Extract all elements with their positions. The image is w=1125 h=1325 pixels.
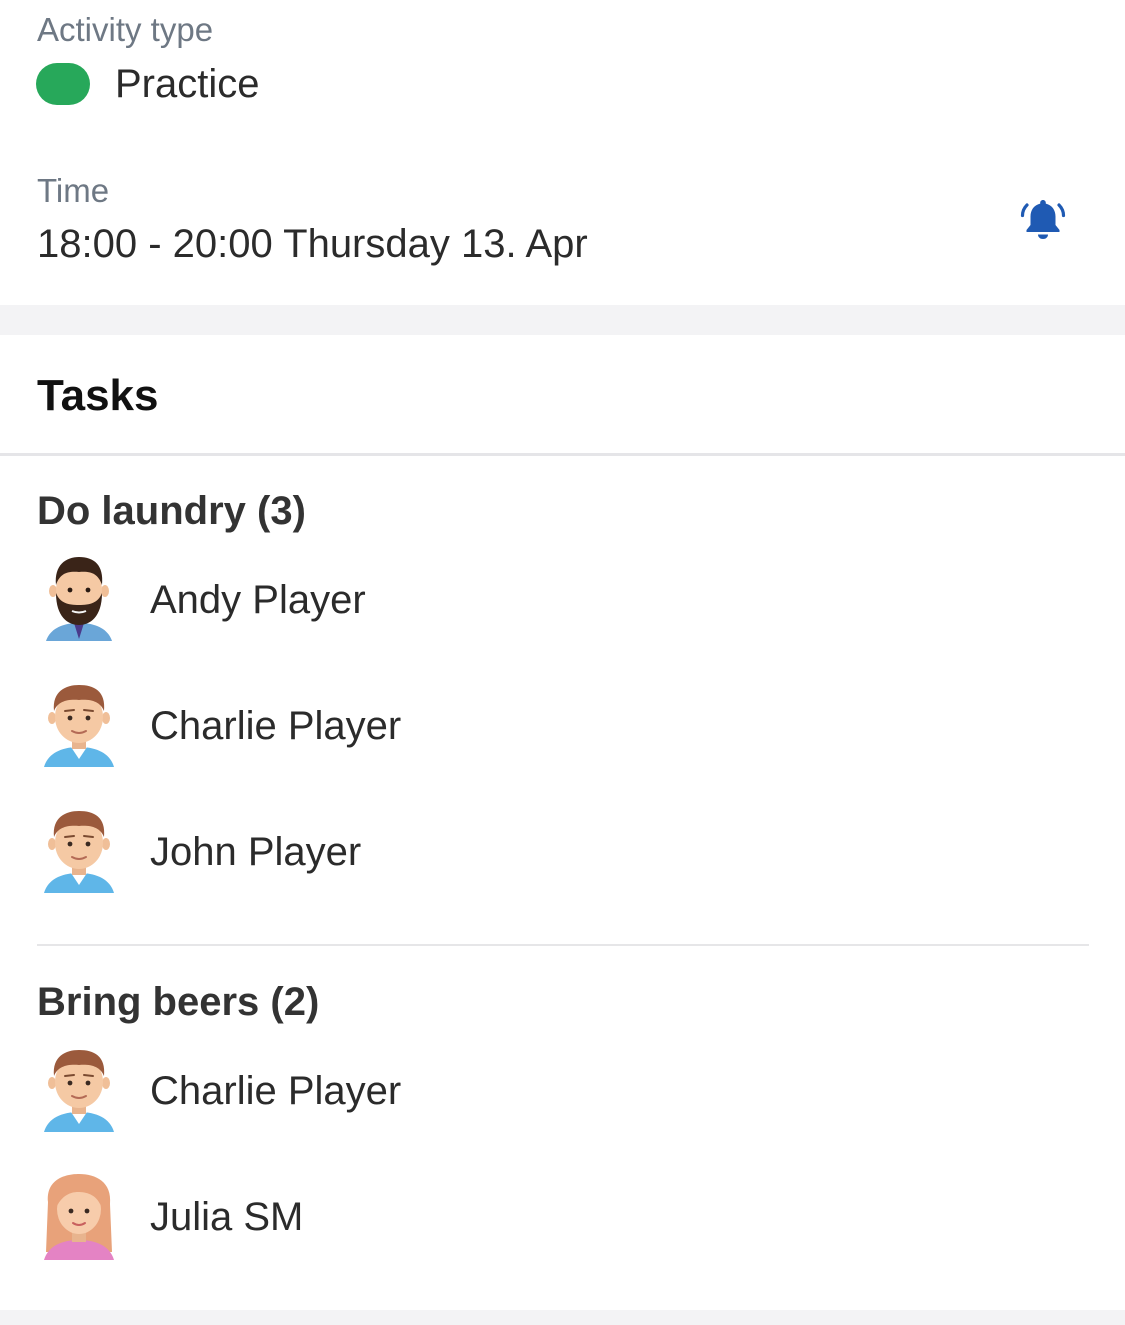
tasks-card: Tasks Do laundry (3) Andy Player Charlie… xyxy=(0,335,1125,1310)
section-separator xyxy=(0,305,1125,335)
bearded-man-avatar xyxy=(40,555,118,645)
man-avatar xyxy=(40,1046,118,1136)
assignee-name: Charlie Player xyxy=(150,703,402,748)
task-group-title-bring-beers: Bring beers (2) xyxy=(37,980,320,1024)
bell-ringing-icon xyxy=(1020,200,1066,239)
time-label: Time xyxy=(37,172,110,209)
man-avatar xyxy=(40,807,118,897)
activity-type-row: Practice xyxy=(36,58,260,110)
assignee-name: Andy Player xyxy=(150,577,366,622)
task-assignee-row[interactable]: Charlie Player xyxy=(40,1046,740,1136)
woman-avatar xyxy=(40,1172,118,1262)
tasks-header: Tasks xyxy=(37,371,159,420)
activity-type-value: Practice xyxy=(115,61,260,106)
task-assignee-row[interactable]: Julia SM xyxy=(40,1172,740,1262)
assignee-name: John Player xyxy=(150,829,362,874)
time-value: 18:00 - 20:00 Thursday 13. Apr xyxy=(37,222,588,266)
activity-type-label: Activity type xyxy=(37,11,214,48)
assignee-name: Charlie Player xyxy=(150,1068,402,1113)
task-assignee-row[interactable]: Andy Player xyxy=(40,555,740,645)
task-group-title-do-laundry: Do laundry (3) xyxy=(37,489,306,533)
bottom-separator xyxy=(0,1310,1125,1325)
task-assignee-row[interactable]: John Player xyxy=(40,807,740,897)
man-avatar xyxy=(40,681,118,771)
task-group-divider xyxy=(37,944,1089,946)
assignee-name: Julia SM xyxy=(150,1194,304,1239)
tasks-header-divider xyxy=(0,453,1125,456)
activity-info-card: Activity type Practice Time 18:00 - 20:0… xyxy=(0,0,1125,305)
activity-type-color-dot xyxy=(36,63,90,105)
reminder-button[interactable] xyxy=(1016,193,1070,245)
task-assignee-row[interactable]: Charlie Player xyxy=(40,681,740,771)
